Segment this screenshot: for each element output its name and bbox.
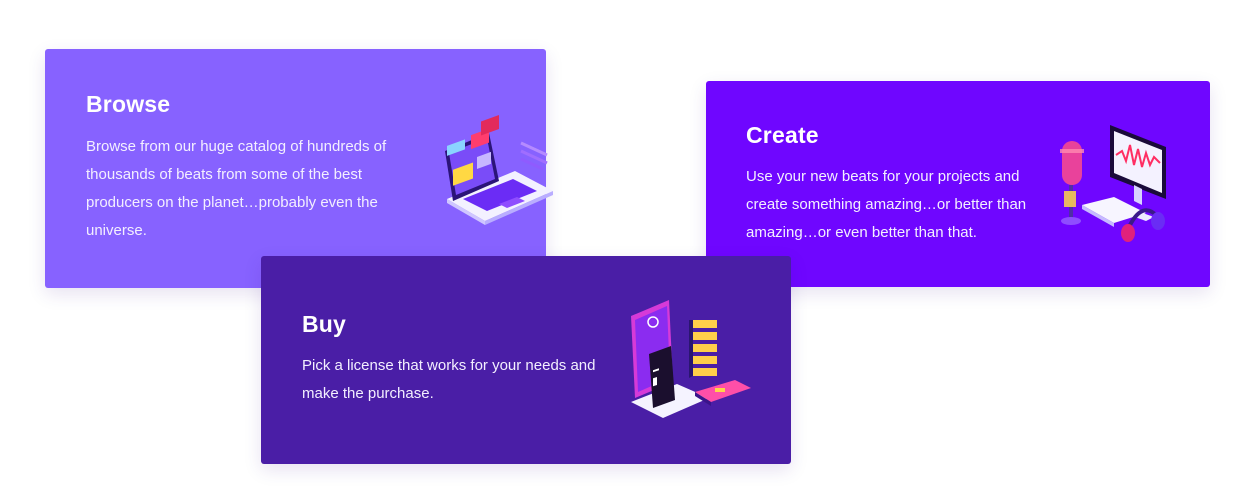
- create-title: Create: [746, 122, 819, 148]
- laptop-charts-icon: [445, 114, 553, 225]
- browse-description: Browse from our huge catalog of hundreds…: [86, 138, 387, 239]
- buy-description: Pick a license that works for your needs…: [302, 357, 596, 402]
- buy-card: Buy Pick a license that works for your n…: [261, 256, 791, 464]
- browse-card: Browse Browse from our huge catalog of h…: [45, 49, 553, 288]
- browse-title: Browse: [86, 91, 171, 117]
- create-description: Use your new beats for your projects and…: [746, 168, 1027, 241]
- buy-title: Buy: [302, 311, 347, 337]
- phone-receipt-credit-card-icon: [631, 300, 751, 418]
- studio-microphone-monitor-icon: [1060, 125, 1166, 242]
